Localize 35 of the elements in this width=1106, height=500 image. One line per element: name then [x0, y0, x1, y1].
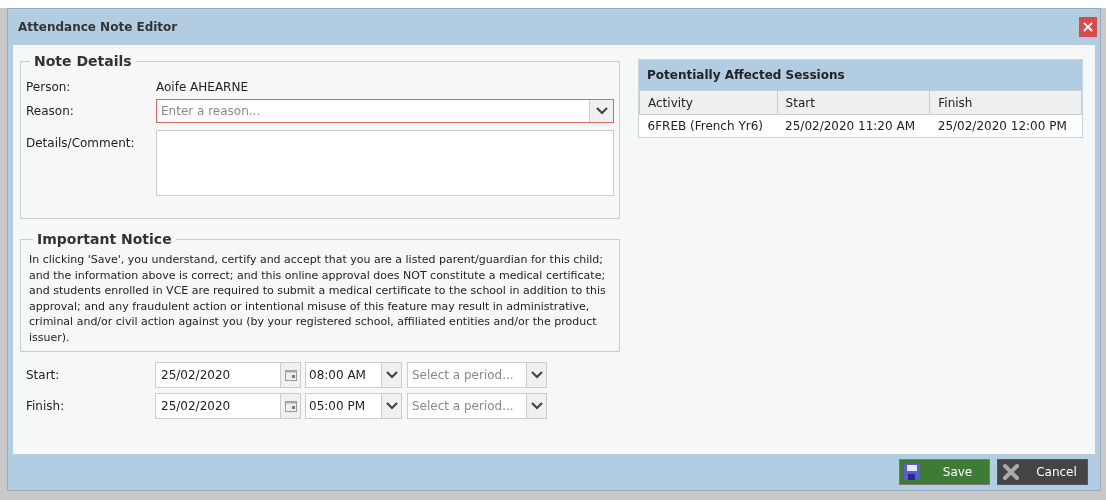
field-label: Finish: — [25, 398, 66, 415]
field-label: Start: — [25, 367, 61, 384]
chevron-down-icon — [530, 371, 543, 379]
chevron-down-icon — [385, 402, 398, 410]
person-name: Aoife AHEARNE — [156, 79, 248, 96]
panel-header: Potentially Affected Sessions — [639, 60, 1082, 90]
details-textarea[interactable] — [156, 130, 614, 196]
column-header: Finish — [929, 90, 1082, 115]
table-cell: 25/02/2020 11:20 AM — [777, 114, 930, 137]
calendar-icon — [284, 369, 297, 381]
field-label: Details/Comment: — [26, 135, 136, 152]
chevron-down-icon — [530, 402, 543, 410]
cross-icon — [1002, 463, 1020, 481]
date-field[interactable]: 25/02/2020 — [155, 393, 301, 419]
calendar-icon — [284, 400, 297, 412]
column-header: Activity — [639, 90, 778, 115]
table-cell: 25/02/2020 12:00 PM — [929, 114, 1082, 137]
window-title: Attendance Note Editor — [18, 19, 178, 36]
cancel-button[interactable]: Cancel — [997, 459, 1088, 485]
field-label: Reason: — [26, 103, 75, 120]
column-header: Start — [777, 90, 930, 115]
time-dropdown[interactable]: 05:00 PM — [305, 393, 402, 419]
close-button[interactable]: × — [1079, 17, 1097, 37]
period-dropdown[interactable]: Select a period... — [407, 393, 547, 419]
field-label: Person: — [26, 79, 72, 96]
chevron-down-icon — [595, 107, 608, 115]
chevron-down-icon — [385, 371, 398, 379]
save-button[interactable]: Save — [899, 459, 990, 485]
table-cell: 6FREB (French Yr6) — [639, 114, 778, 137]
section-legend: Note Details — [30, 51, 136, 72]
date-field[interactable]: 25/02/2020 — [155, 362, 301, 388]
section-legend: Important Notice — [33, 229, 176, 250]
period-dropdown[interactable]: Select a period... — [407, 362, 547, 388]
time-dropdown[interactable]: 08:00 AM — [305, 362, 402, 388]
notice-text: In clicking 'Save', you understand, certify and accept that you are a listed parent/guardian for this child; and the information above is correct; and this online approval does NOT constitute a medical certificate; and students enrolled in VCE are required to submit a medical certificate to the school in addition to this approval; and any fraudulent action or intentional misuse of this feature may result in administrative, criminal and/or civil action against you (by your registered school, affiliated entities and/or the product issuer). — [29, 252, 607, 345]
